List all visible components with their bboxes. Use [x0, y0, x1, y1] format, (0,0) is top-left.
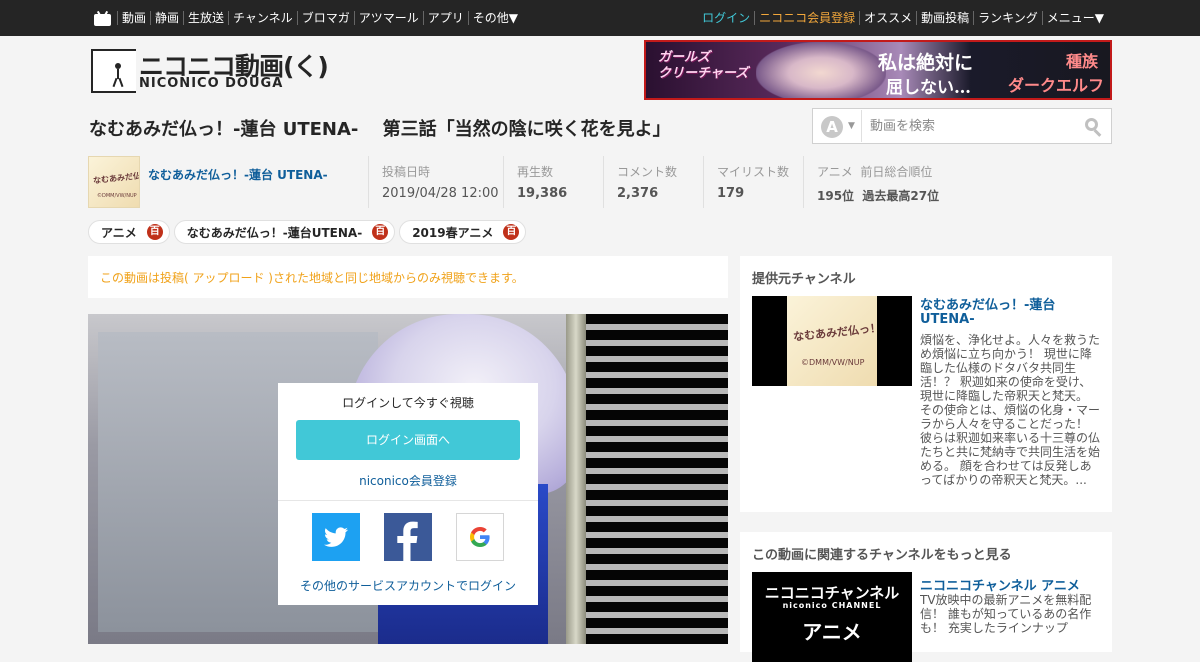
nav-live[interactable]: 生放送 — [183, 11, 228, 25]
facebook-login-button[interactable] — [384, 513, 432, 561]
rank-label: 前日総合順位 — [860, 165, 933, 179]
nav-ranking[interactable]: ランキング — [973, 11, 1042, 25]
chevron-down-icon: ▼ — [848, 121, 855, 131]
ad-banner-sub-2: ダークエルフ — [1007, 76, 1104, 95]
tag-list: アニメ 百 なむあみだ仏っ！-蓮台UTENA- 百 2019春アニメ 百 — [88, 220, 530, 244]
ad-banner-character-image — [756, 42, 886, 98]
nav-atsumaru[interactable]: アツマール — [353, 11, 423, 25]
ad-banner-sub-1: 種族 — [1065, 52, 1098, 71]
channel-name-link[interactable]: なむあみだ仏っ！-蓮台 UTENA- — [148, 166, 328, 183]
rank-value[interactable]: 195位 — [817, 189, 854, 203]
nav-recommend[interactable]: オススメ — [859, 11, 916, 25]
google-icon — [470, 527, 490, 547]
nav-upload[interactable]: 動画投稿 — [916, 11, 973, 25]
genre-label[interactable]: アニメ — [817, 165, 853, 179]
google-login-button[interactable] — [456, 513, 504, 561]
tag-item[interactable]: なむあみだ仏っ！-蓮台UTENA- 百 — [173, 220, 396, 244]
related-channel-description: TV放映中の最新アニメを無料配信！ 誰もが知っているあの名作も！ 充実したライン… — [920, 593, 1092, 633]
related-channel-title[interactable]: ニコニコチャンネル アニメ — [920, 575, 1100, 594]
global-nav-right: ログイン ニコニコ会員登録 オススメ 動画投稿 ランキング メニュー▼ — [698, 0, 1108, 36]
stat-comments: コメント数 2,376 — [603, 156, 677, 208]
video-title: なむあみだ仏っ！-蓮台 UTENA- 第三話「当然の陰に咲く花を見よ」 — [89, 119, 671, 140]
search-mode-selector[interactable]: A ▼ — [821, 116, 861, 138]
ad-banner-headline-1: 私は絶対に — [878, 52, 974, 74]
twitter-icon — [324, 527, 348, 547]
panel-title: 提供元チャンネル — [752, 272, 856, 287]
nav-login-link[interactable]: ログイン — [698, 11, 754, 25]
search-input[interactable] — [861, 110, 1075, 142]
login-screen-button[interactable]: ログイン画面へ — [296, 420, 520, 460]
provider-channel-title[interactable]: なむあみだ仏っ！-蓮台 UTENA- — [920, 299, 1100, 327]
login-prompt-box: ログインして今すぐ視聴 ログイン画面へ niconico会員登録 その他のサービ… — [278, 383, 538, 605]
provider-channel-description: 煩悩を、浄化せよ。人々を救うため煩悩に立ち向かう！ 現世に降臨した仏様のドタバタ… — [920, 333, 1100, 487]
other-service-login-link[interactable]: その他のサービスアカウントでログイン — [278, 577, 538, 594]
login-prompt-text: ログインして今すぐ視聴 — [342, 396, 474, 410]
nav-other-menu[interactable]: その他▼ — [467, 11, 522, 25]
niconico-douga-logo[interactable]: ニコニコ動画(く) NICONICO DOUGA — [91, 47, 329, 93]
nav-app[interactable]: アプリ — [422, 11, 468, 25]
facebook-icon — [397, 521, 418, 561]
provider-channel-thumbnail[interactable]: なむあみだ仏っ！ ©DMM/VW/NUP — [752, 296, 912, 386]
logo-text-en: NICONICO DOUGA — [139, 76, 284, 91]
best-rank-value: 過去最高27位 — [862, 189, 940, 203]
tag-item[interactable]: アニメ 百 — [88, 220, 170, 244]
dictionary-icon[interactable]: 百 — [503, 224, 520, 240]
search-button[interactable] — [1083, 116, 1105, 138]
stat-posted: 投稿日時 2019/04/28 12:00 — [368, 156, 499, 208]
nav-menu[interactable]: メニュー▼ — [1041, 11, 1108, 25]
video-search-box: A ▼ — [812, 108, 1112, 144]
logo-tv-frame-icon — [91, 49, 136, 93]
ad-banner[interactable]: ガールズ クリーチャーズ 私は絶対に 屈しない… 種族 ダークエルフ — [644, 40, 1112, 100]
nav-channel[interactable]: チャンネル — [228, 11, 297, 25]
search-mode-icon: A — [821, 116, 843, 138]
related-channel-thumbnail[interactable]: ニコニコチャンネル niconico CHANNEL アニメ — [752, 572, 912, 662]
panel-title: この動画に関連するチャンネルをもっと見る — [752, 548, 1012, 563]
global-nav-bar: 動画 静画 生放送 チャンネル ブロマガ アツマール アプリ その他▼ ログイン… — [0, 0, 1200, 36]
register-link[interactable]: niconico会員登録 — [278, 472, 538, 489]
twitter-login-button[interactable] — [312, 513, 360, 561]
dictionary-icon[interactable]: 百 — [146, 224, 163, 240]
nav-blomaga[interactable]: ブロマガ — [296, 11, 354, 25]
logo-stickman-icon — [111, 63, 125, 88]
dictionary-icon[interactable]: 百 — [372, 224, 389, 240]
nav-register-link[interactable]: ニコニコ会員登録 — [754, 11, 859, 25]
ad-banner-headline-2: 屈しない… — [886, 78, 971, 98]
ad-banner-logo: ガールズ クリーチャーズ — [658, 50, 749, 81]
nav-douga[interactable]: 動画 — [117, 11, 150, 25]
niconico-tv-icon[interactable] — [94, 10, 111, 26]
channel-thumbnail[interactable]: なむあみだ仏っ！ ©DMM/VW/NUP — [88, 156, 140, 208]
stat-views: 再生数 19,386 — [503, 156, 567, 208]
tag-item[interactable]: 2019春アニメ 百 — [399, 220, 527, 244]
region-notice: この動画は投稿( アップロード )された地域と同じ地域からのみ視聴できます。 — [88, 256, 728, 298]
stat-mylist: マイリスト数 179 — [703, 156, 789, 208]
related-channel-panel: この動画に関連するチャンネルをもっと見る ニコニコチャンネル niconico … — [740, 532, 1112, 662]
provider-channel-panel: 提供元チャンネル なむあみだ仏っ！ ©DMM/VW/NUP なむあみだ仏っ！-蓮… — [740, 256, 1112, 512]
nav-seiga[interactable]: 静画 — [150, 11, 183, 25]
stat-ranking: アニメ 前日総合順位 195位 過去最高27位 — [803, 156, 939, 208]
global-nav-left: 動画 静画 生放送 チャンネル ブロマガ アツマール アプリ その他▼ — [94, 0, 522, 36]
